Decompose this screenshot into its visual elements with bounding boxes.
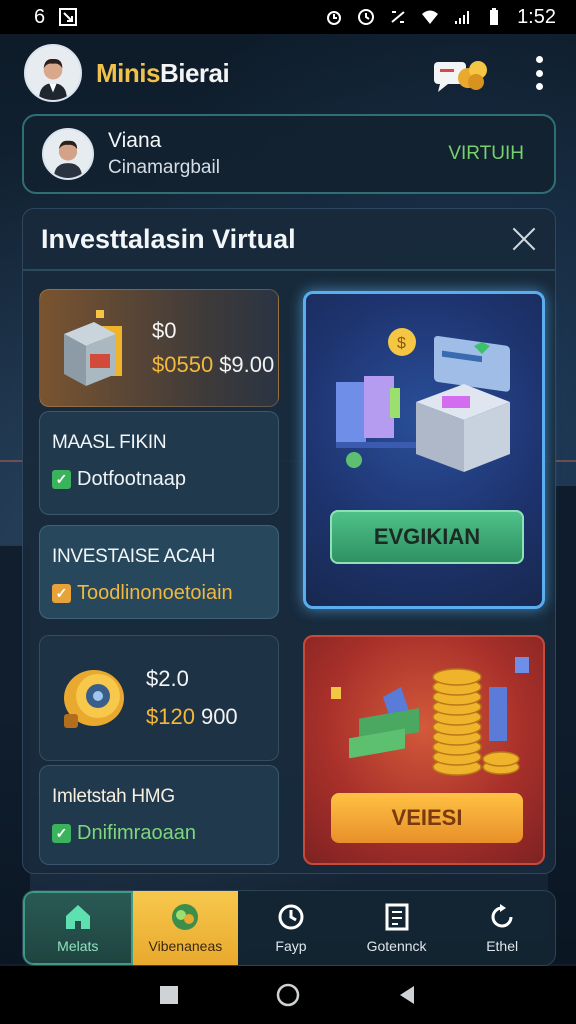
chat-coins-icon (434, 61, 487, 92)
app-title: MinisBierai (96, 57, 230, 88)
person-icon (26, 46, 80, 100)
nav-documents[interactable]: Gotennck (344, 891, 450, 965)
system-navigation-bar (0, 966, 576, 1024)
app-header: MinisBierai (0, 34, 576, 112)
back-icon[interactable] (396, 984, 418, 1006)
feature-title: MAASL FIKIN (52, 432, 167, 453)
profile-subtitle: Cinamargbail (108, 157, 220, 178)
feature-checkbox[interactable]: ✓ Toodlinonoetoiain (52, 582, 233, 605)
feature-checkbox[interactable]: ✓ Dnifimraoaan (52, 822, 196, 845)
refresh-icon (491, 904, 513, 928)
nav-investments[interactable]: Vibenaneas (132, 891, 239, 965)
crate-icon (64, 310, 122, 386)
coins-icon (172, 904, 199, 930)
avatar (42, 128, 94, 180)
investment-panel: Investtalasin Virtual $0 $0550 $9.00 MAAS… (22, 208, 556, 874)
check-icon: ✓ (52, 470, 71, 489)
feature-card[interactable]: INVESTAISE ACAH ✓ Toodlinonoetoiain (39, 525, 279, 619)
feature-card[interactable]: MAASL FIKIN ✓ Dotfootnaap (39, 411, 279, 515)
status-time: 1:52 (517, 5, 556, 28)
nfc-icon (391, 11, 405, 23)
person-icon (44, 130, 92, 178)
more-menu-icon[interactable] (532, 56, 546, 90)
server-hologram-illustration: $ (336, 328, 510, 472)
profile-name: Viana (108, 129, 162, 152)
panel-title: Investtalasin Virtual (41, 223, 296, 254)
document-icon (385, 903, 409, 931)
close-icon[interactable] (511, 226, 537, 252)
feature-card[interactable]: Imletstah HMG ✓ Dnifimraoaan (39, 765, 279, 865)
home-circle-icon[interactable] (275, 982, 301, 1008)
home-icon (65, 905, 90, 929)
price-card[interactable]: $0 $0550 $9.00 (39, 289, 279, 407)
price-label: $0 (152, 318, 177, 343)
alarm-icon (327, 11, 342, 25)
virtual-action-button[interactable]: EVGIKIAN (330, 510, 524, 564)
price-values: $120 900 (146, 704, 238, 729)
price-card[interactable]: $2.0 $120 900 (39, 635, 279, 761)
clock-icon (358, 9, 375, 25)
check-icon: ✓ (52, 824, 71, 843)
coins-action-button[interactable]: VEIESI (331, 793, 523, 843)
nav-home[interactable]: Melats (23, 891, 133, 965)
svg-text:$: $ (397, 335, 406, 352)
wifi-icon (422, 10, 439, 24)
price-label: $2.0 (146, 666, 189, 691)
recents-icon[interactable] (158, 984, 180, 1006)
profile-card[interactable]: Viana Cinamargbail VIRTUIH (22, 114, 556, 194)
promo-card-coins[interactable]: VEIESI (303, 635, 545, 865)
download-icon (59, 8, 78, 26)
feature-title: Imletstah HMG (52, 786, 175, 807)
status-number: 6 (34, 5, 46, 28)
check-icon: ✓ (52, 584, 71, 603)
clock-icon (278, 904, 304, 930)
chat-coins-button[interactable] (432, 54, 488, 94)
battery-icon (490, 8, 499, 25)
coin-roll-icon (64, 670, 124, 728)
nav-settings[interactable]: Ethel (449, 891, 555, 965)
nav-history[interactable]: Fayp (238, 891, 344, 965)
price-values: $0550 $9.00 (152, 352, 275, 377)
promo-card-virtual[interactable]: $ EVGIKIAN (303, 291, 545, 609)
status-bar: 6 1:52 (0, 0, 576, 34)
avatar[interactable] (24, 44, 82, 102)
bottom-navigation: Melats Vibenaneas Fayp Gotennck Ethel (22, 890, 556, 966)
signal-icon (455, 11, 470, 24)
feature-checkbox[interactable]: ✓ Dotfootnaap (52, 468, 186, 491)
account-tag: VIRTUIH (448, 143, 524, 164)
feature-title: INVESTAISE ACAH (52, 546, 216, 567)
coin-stack-illustration (331, 657, 529, 776)
